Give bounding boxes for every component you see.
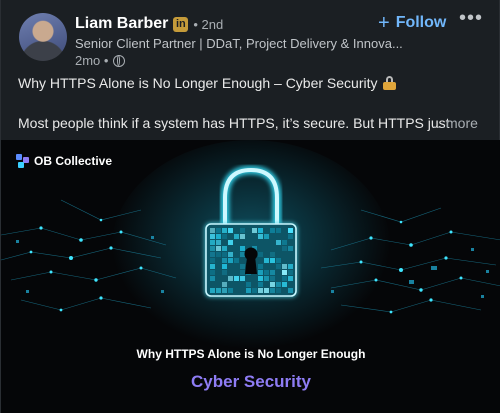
see-more-link[interactable]: …more bbox=[432, 115, 478, 131]
author-name-row: Liam Barber in • 2nd bbox=[75, 13, 223, 35]
brand-logo: OB Collective bbox=[16, 154, 112, 168]
image-headline: Why HTTPS Alone is No Longer Enough bbox=[136, 347, 366, 361]
feed-post-card: Liam Barber in • 2nd Senior Client Partn… bbox=[0, 0, 500, 413]
post-body-text: Most people think if a system has HTTPS,… bbox=[18, 115, 450, 131]
more-options-button[interactable]: ••• bbox=[459, 8, 482, 31]
post-image[interactable]: OB Collective Why HTTPS Alone is No Long… bbox=[1, 140, 500, 413]
lock-key-emoji-icon bbox=[382, 75, 396, 90]
brand-name: OB Collective bbox=[34, 154, 113, 168]
image-subtitle: Cyber Security bbox=[191, 372, 311, 391]
post-title-text: Why HTTPS Alone is No Longer Enough – Cy… bbox=[18, 75, 378, 91]
ob-collective-logo-icon bbox=[16, 154, 30, 168]
keyhole-icon bbox=[245, 256, 257, 274]
author-name[interactable]: Liam Barber bbox=[75, 15, 168, 33]
post-meta: 2mo • bbox=[75, 53, 126, 68]
connection-degree: • 2nd bbox=[193, 16, 224, 32]
author-headline: Senior Client Partner | DDaT, Project De… bbox=[75, 36, 403, 51]
follow-label: Follow bbox=[395, 14, 447, 31]
post-title: Why HTTPS Alone is No Longer Enough – Cy… bbox=[18, 75, 396, 91]
follow-button[interactable]: + Follow bbox=[378, 12, 446, 34]
post-time: 2mo • bbox=[75, 53, 109, 68]
linkedin-premium-icon: in bbox=[173, 16, 189, 32]
globe-icon bbox=[113, 54, 126, 67]
plus-icon: + bbox=[378, 12, 390, 34]
author-avatar[interactable] bbox=[19, 13, 67, 61]
